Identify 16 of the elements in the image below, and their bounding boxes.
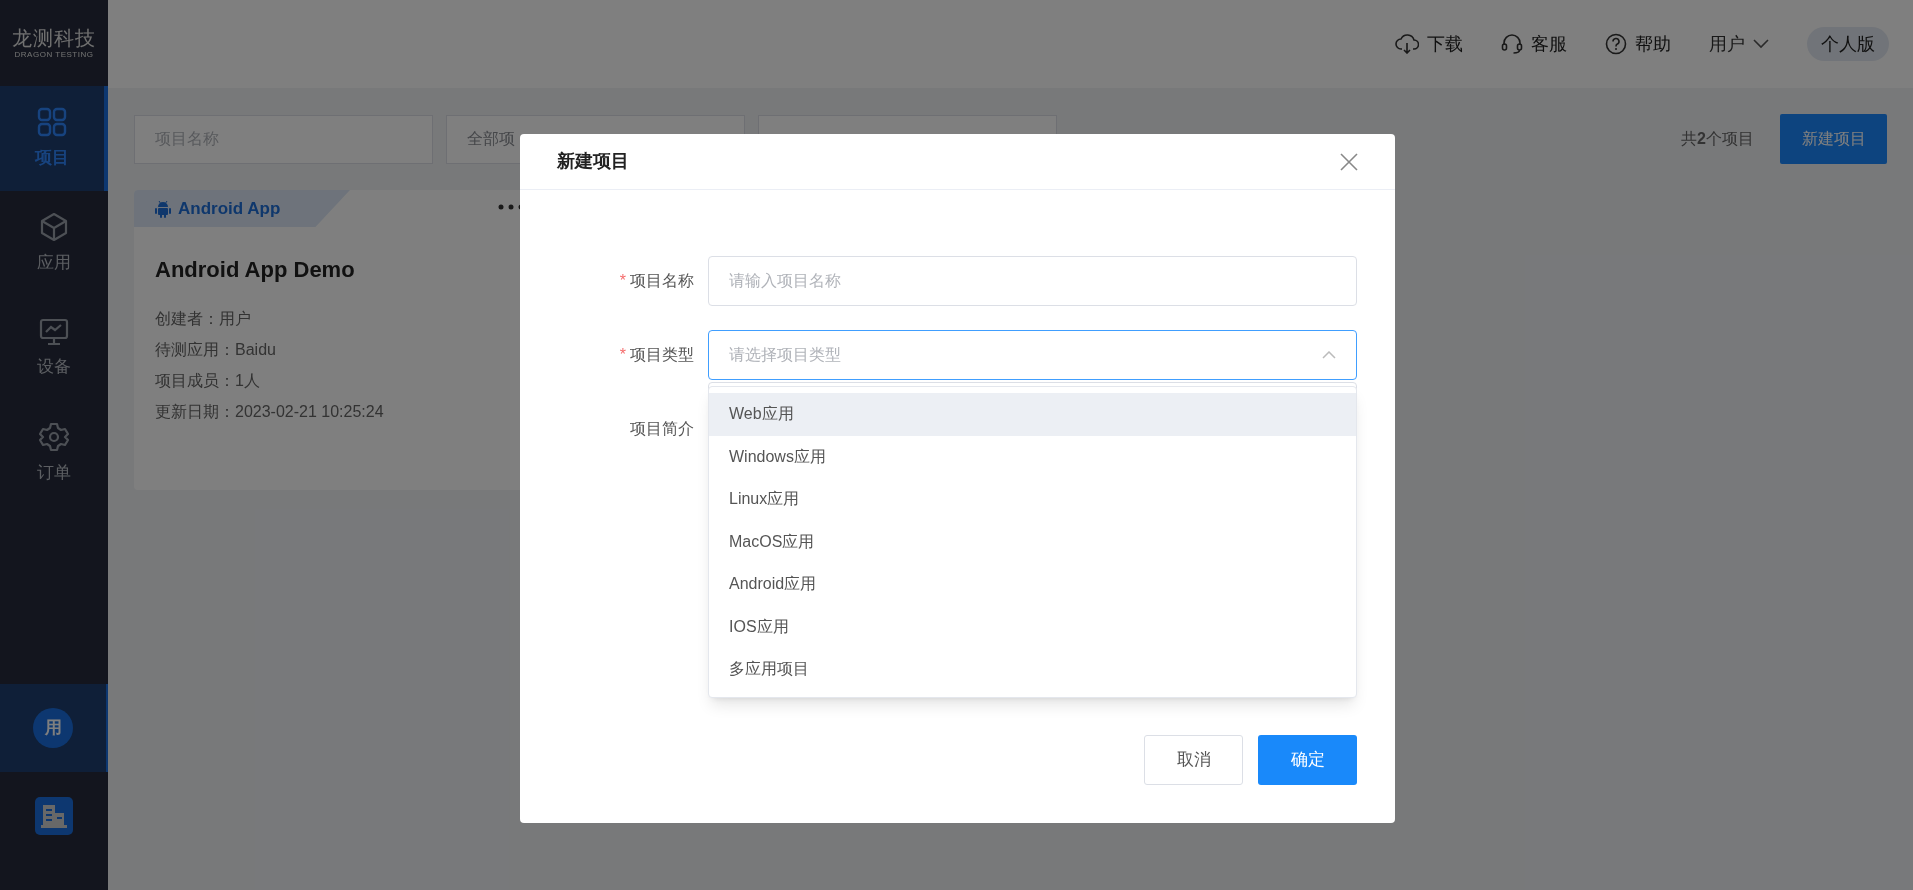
platform-tag: Android App: [134, 190, 350, 227]
field-label: 项目简介: [630, 419, 694, 439]
logo-tagline: DRAGON TESTING: [14, 50, 94, 60]
detail-text: 项目成员：1人: [155, 371, 260, 391]
edition-badge: 个人版: [1807, 27, 1889, 61]
required-mark: *: [619, 271, 626, 291]
dialog-title: 新建项目: [557, 150, 629, 173]
field-label: 项目类型: [630, 345, 694, 365]
logo-name: 龙测科技: [12, 26, 96, 50]
detail-text: 更新日期：2023-02-21 10:25:24: [155, 402, 384, 422]
detail-text: 创建者：用户: [155, 309, 251, 329]
detail-text: 待测应用：Baidu: [155, 340, 276, 360]
project-count: 共2个项目: [1681, 129, 1754, 149]
required-mark: *: [619, 345, 626, 365]
project-title: Android App Demo: [155, 256, 355, 284]
field-label: 项目名称: [630, 271, 694, 291]
